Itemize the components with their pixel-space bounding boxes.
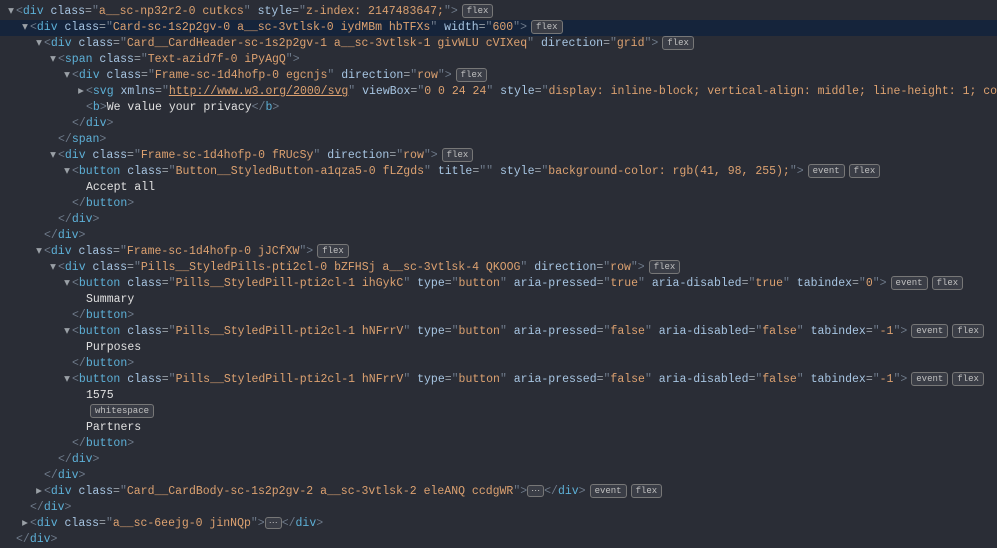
flex-badge: flex xyxy=(456,68,488,82)
flex-badge: flex xyxy=(531,20,563,34)
expand-arrow-icon[interactable] xyxy=(62,68,72,84)
dom-node-pill-summary[interactable]: <button class="Pills__StyledPill-pti2cl-… xyxy=(0,276,997,292)
flex-badge: flex xyxy=(462,4,494,18)
dom-node-pills[interactable]: <div class="Pills__StyledPills-pti2cl-0 … xyxy=(0,260,997,276)
flex-badge: flex xyxy=(952,372,984,386)
dom-node-card-body[interactable]: <div class="Card__CardBody-sc-1s2p2gv-2 … xyxy=(0,484,997,500)
expand-arrow-icon[interactable] xyxy=(6,4,16,20)
dom-close-button: </button> xyxy=(0,196,997,212)
event-badge: event xyxy=(911,372,948,386)
dom-text-purposes: Purposes xyxy=(0,340,997,356)
dom-close-button-2: </button> xyxy=(0,308,997,324)
whitespace-badge: whitespace xyxy=(90,404,154,418)
dom-node-div-wrapper[interactable]: <div class="a__sc-np32r2-0 cutkcs" style… xyxy=(0,4,997,20)
dom-text-accept-all: Accept all xyxy=(0,180,997,196)
dom-whitespace-badge: whitespace xyxy=(0,404,997,420)
dom-node-footer[interactable]: <div class="a__sc-6eejg-0 jinNQp">⋯</div… xyxy=(0,516,997,532)
ellipsis-icon[interactable]: ⋯ xyxy=(527,485,544,497)
expand-arrow-icon[interactable] xyxy=(20,20,30,36)
dom-close-div-3: </div> xyxy=(0,228,997,244)
flex-badge: flex xyxy=(649,260,681,274)
expand-arrow-icon[interactable] xyxy=(62,276,72,292)
dom-close-button-4: </button> xyxy=(0,436,997,452)
flex-badge: flex xyxy=(932,276,964,290)
dom-node-pill-purposes[interactable]: <button class="Pills__StyledPill-pti2cl-… xyxy=(0,324,997,340)
expand-arrow-icon[interactable] xyxy=(48,52,58,68)
flex-badge: flex xyxy=(317,244,349,258)
expand-arrow-icon[interactable] xyxy=(48,148,58,164)
dom-text-summary: Summary xyxy=(0,292,997,308)
dom-node-b[interactable]: <b>We value your privacy</b> xyxy=(0,100,997,116)
dom-tree-panel[interactable]: <div class="a__sc-np32r2-0 cutkcs" style… xyxy=(0,4,997,548)
dom-node-frame-row-2[interactable]: <div class="Frame-sc-1d4hofp-0 fRUcSy" d… xyxy=(0,148,997,164)
event-badge: event xyxy=(808,164,845,178)
ellipsis-icon[interactable]: ⋯ xyxy=(265,517,282,529)
dom-text-count: 1575 xyxy=(0,388,997,404)
dom-close-div-5: </div> xyxy=(0,468,997,484)
dom-node-pill-partners[interactable]: <button class="Pills__StyledPill-pti2cl-… xyxy=(0,372,997,388)
dom-node-svg[interactable]: <svg xmlns="http://www.w3.org/2000/svg" … xyxy=(0,84,997,100)
dom-node-frame-row-1[interactable]: <div class="Frame-sc-1d4hofp-0 egcnjs" d… xyxy=(0,68,997,84)
flex-badge: flex xyxy=(442,148,474,162)
expand-arrow-icon[interactable] xyxy=(20,516,30,532)
dom-text-partners: Partners xyxy=(0,420,997,436)
event-badge: event xyxy=(911,324,948,338)
dom-node-accept-button[interactable]: <button class="Button__StyledButton-a1qz… xyxy=(0,164,997,180)
dom-close-div-2: </div> xyxy=(0,212,997,228)
dom-close-div-4: </div> xyxy=(0,452,997,468)
flex-badge: flex xyxy=(631,484,663,498)
expand-arrow-icon[interactable] xyxy=(62,164,72,180)
dom-close-button-3: </button> xyxy=(0,356,997,372)
expand-arrow-icon[interactable] xyxy=(34,244,44,260)
dom-node-text-span[interactable]: <span class="Text-azid7f-0 iPyAgQ"> xyxy=(0,52,997,68)
dom-node-frame-3[interactable]: <div class="Frame-sc-1d4hofp-0 jJCfXW">f… xyxy=(0,244,997,260)
flex-badge: flex xyxy=(952,324,984,338)
expand-arrow-icon[interactable] xyxy=(76,84,86,100)
dom-node-card[interactable]: <div class="Card-sc-1s2p2gv-0 a__sc-3vtl… xyxy=(0,20,997,36)
dom-close-span: </span> xyxy=(0,132,997,148)
event-badge: event xyxy=(590,484,627,498)
expand-arrow-icon[interactable] xyxy=(62,324,72,340)
dom-close-div: </div> xyxy=(0,116,997,132)
dom-node-card-header[interactable]: <div class="Card__CardHeader-sc-1s2p2gv-… xyxy=(0,36,997,52)
dom-close-div-6: </div> xyxy=(0,500,997,516)
flex-badge: flex xyxy=(662,36,694,50)
expand-arrow-icon[interactable] xyxy=(48,260,58,276)
expand-arrow-icon[interactable] xyxy=(62,372,72,388)
flex-badge: flex xyxy=(849,164,881,178)
expand-arrow-icon[interactable] xyxy=(34,484,44,500)
expand-arrow-icon[interactable] xyxy=(34,36,44,52)
event-badge: event xyxy=(891,276,928,290)
